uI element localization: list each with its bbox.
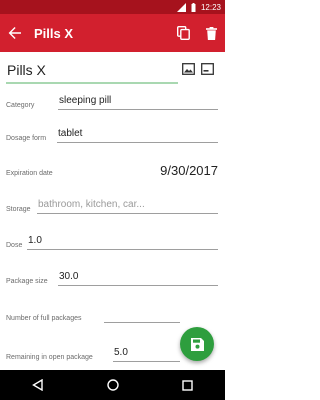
name-field[interactable]: Pills X xyxy=(6,60,178,84)
signal-icon xyxy=(176,2,186,12)
dosage-form-row: Dosage form tablet xyxy=(6,123,218,145)
note-icon[interactable] xyxy=(201,62,214,75)
medicine-form: Pills X Category sleeping pill Dosage fo… xyxy=(0,52,225,370)
trash-icon xyxy=(205,26,217,40)
image-icon[interactable] xyxy=(182,62,195,75)
save-icon xyxy=(190,337,204,351)
category-field[interactable]: sleeping pill xyxy=(58,94,218,110)
dose-field[interactable]: 1.0 xyxy=(27,234,218,250)
package-size-row: Package size 30.0 xyxy=(6,266,218,288)
category-row: Category sleeping pill xyxy=(6,90,218,112)
expiration-date-row: Expiration date 9/30/2017 xyxy=(6,158,218,180)
home-circle-icon xyxy=(106,379,119,391)
back-triangle-icon xyxy=(32,379,43,391)
storage-field[interactable]: bathroom, kitchen, car... xyxy=(37,198,218,214)
expiration-date-label: Expiration date xyxy=(6,170,53,177)
back-button[interactable] xyxy=(0,14,30,52)
dosage-form-label: Dosage form xyxy=(6,135,47,142)
app-bar: Pills X xyxy=(0,14,225,52)
dose-row: Dose 1.0 xyxy=(6,230,218,252)
name-actions xyxy=(182,62,214,75)
remaining-label: Remaining in open package xyxy=(6,354,93,361)
arrow-back-icon xyxy=(8,27,21,39)
package-size-label: Package size xyxy=(6,278,48,285)
remaining-field[interactable]: 5.0 xyxy=(113,346,180,362)
name-input[interactable]: Pills X xyxy=(6,62,46,78)
recents-square-icon xyxy=(182,379,193,391)
status-bar: 12:23 xyxy=(0,0,225,14)
full-packages-field[interactable] xyxy=(104,307,180,323)
full-packages-label: Number of full packages xyxy=(6,315,82,322)
save-fab-button[interactable] xyxy=(180,327,214,361)
dose-label: Dose xyxy=(6,242,23,249)
nav-back-button[interactable] xyxy=(18,370,58,400)
delete-button[interactable] xyxy=(197,14,225,52)
expiration-date-value[interactable]: 9/30/2017 xyxy=(160,163,218,178)
battery-icon xyxy=(189,2,198,12)
dosage-form-field[interactable]: tablet xyxy=(57,127,218,143)
storage-row: Storage bathroom, kitchen, car... xyxy=(6,194,218,216)
copy-icon xyxy=(176,26,190,40)
system-nav-bar xyxy=(0,370,225,400)
nav-recents-button[interactable] xyxy=(168,370,208,400)
nav-home-button[interactable] xyxy=(93,370,133,400)
package-size-field[interactable]: 30.0 xyxy=(58,270,218,286)
app-title: Pills X xyxy=(34,25,74,41)
full-packages-row: Number of full packages xyxy=(6,303,218,325)
copy-button[interactable] xyxy=(169,14,197,52)
category-label: Category xyxy=(6,102,35,109)
storage-label: Storage xyxy=(6,206,31,213)
status-time: 12:23 xyxy=(200,2,221,12)
